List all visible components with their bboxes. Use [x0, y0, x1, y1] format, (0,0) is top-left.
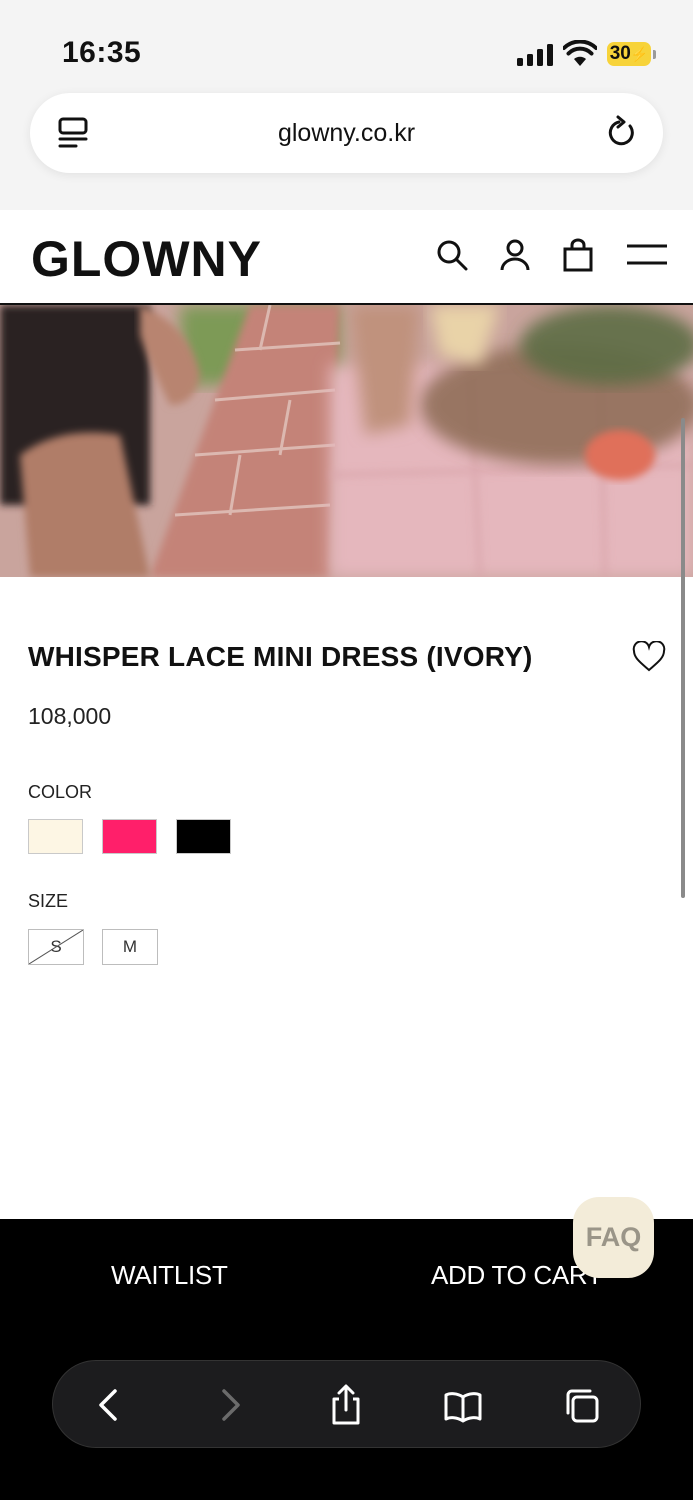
menu-icon[interactable]: [626, 238, 668, 272]
waitlist-button[interactable]: WAITLIST: [111, 1260, 228, 1291]
product-title: WHISPER LACE MINI DRESS (IVORY): [28, 641, 533, 672]
heart-icon[interactable]: [632, 641, 666, 673]
product-image: [0, 305, 693, 577]
bookmarks-icon[interactable]: [443, 1383, 483, 1427]
battery-tip: [653, 50, 656, 59]
search-icon[interactable]: [435, 238, 469, 272]
account-icon[interactable]: [498, 238, 532, 272]
product-price: 108,000: [28, 703, 112, 729]
size-label: SIZE: [28, 891, 69, 911]
url-text[interactable]: glowny.co.kr: [30, 119, 663, 148]
site-header: GLOWNY: [0, 210, 693, 305]
shopping-bag-icon[interactable]: [561, 238, 595, 272]
color-swatch-ivory[interactable]: [28, 819, 83, 854]
battery-level: 30: [609, 43, 631, 64]
signal-icon: [517, 44, 555, 66]
size-option-label: M: [122, 937, 138, 956]
status-bar: 16:35 30⚡: [0, 0, 693, 90]
sold-out-strike: [29, 930, 83, 964]
site-logo[interactable]: GLOWNY: [31, 230, 262, 288]
forward-icon[interactable]: [210, 1383, 250, 1427]
color-label: COLOR: [28, 782, 93, 802]
browser-toolbar: [52, 1360, 641, 1448]
faq-button[interactable]: FAQ: [573, 1197, 654, 1278]
wifi-icon: [563, 40, 597, 66]
tabs-icon[interactable]: [562, 1383, 602, 1427]
size-option-s[interactable]: S: [28, 929, 84, 965]
back-icon[interactable]: [89, 1383, 129, 1427]
status-time: 16:35: [62, 36, 142, 69]
url-bar[interactable]: glowny.co.kr: [30, 93, 663, 173]
color-swatch-pink[interactable]: [102, 819, 157, 854]
reload-icon[interactable]: [607, 115, 637, 149]
size-option-m[interactable]: M: [102, 929, 158, 965]
battery-icon: 30⚡: [607, 42, 651, 66]
share-icon[interactable]: [326, 1383, 366, 1427]
scroll-indicator[interactable]: [681, 418, 685, 898]
color-swatch-black[interactable]: [176, 819, 231, 854]
